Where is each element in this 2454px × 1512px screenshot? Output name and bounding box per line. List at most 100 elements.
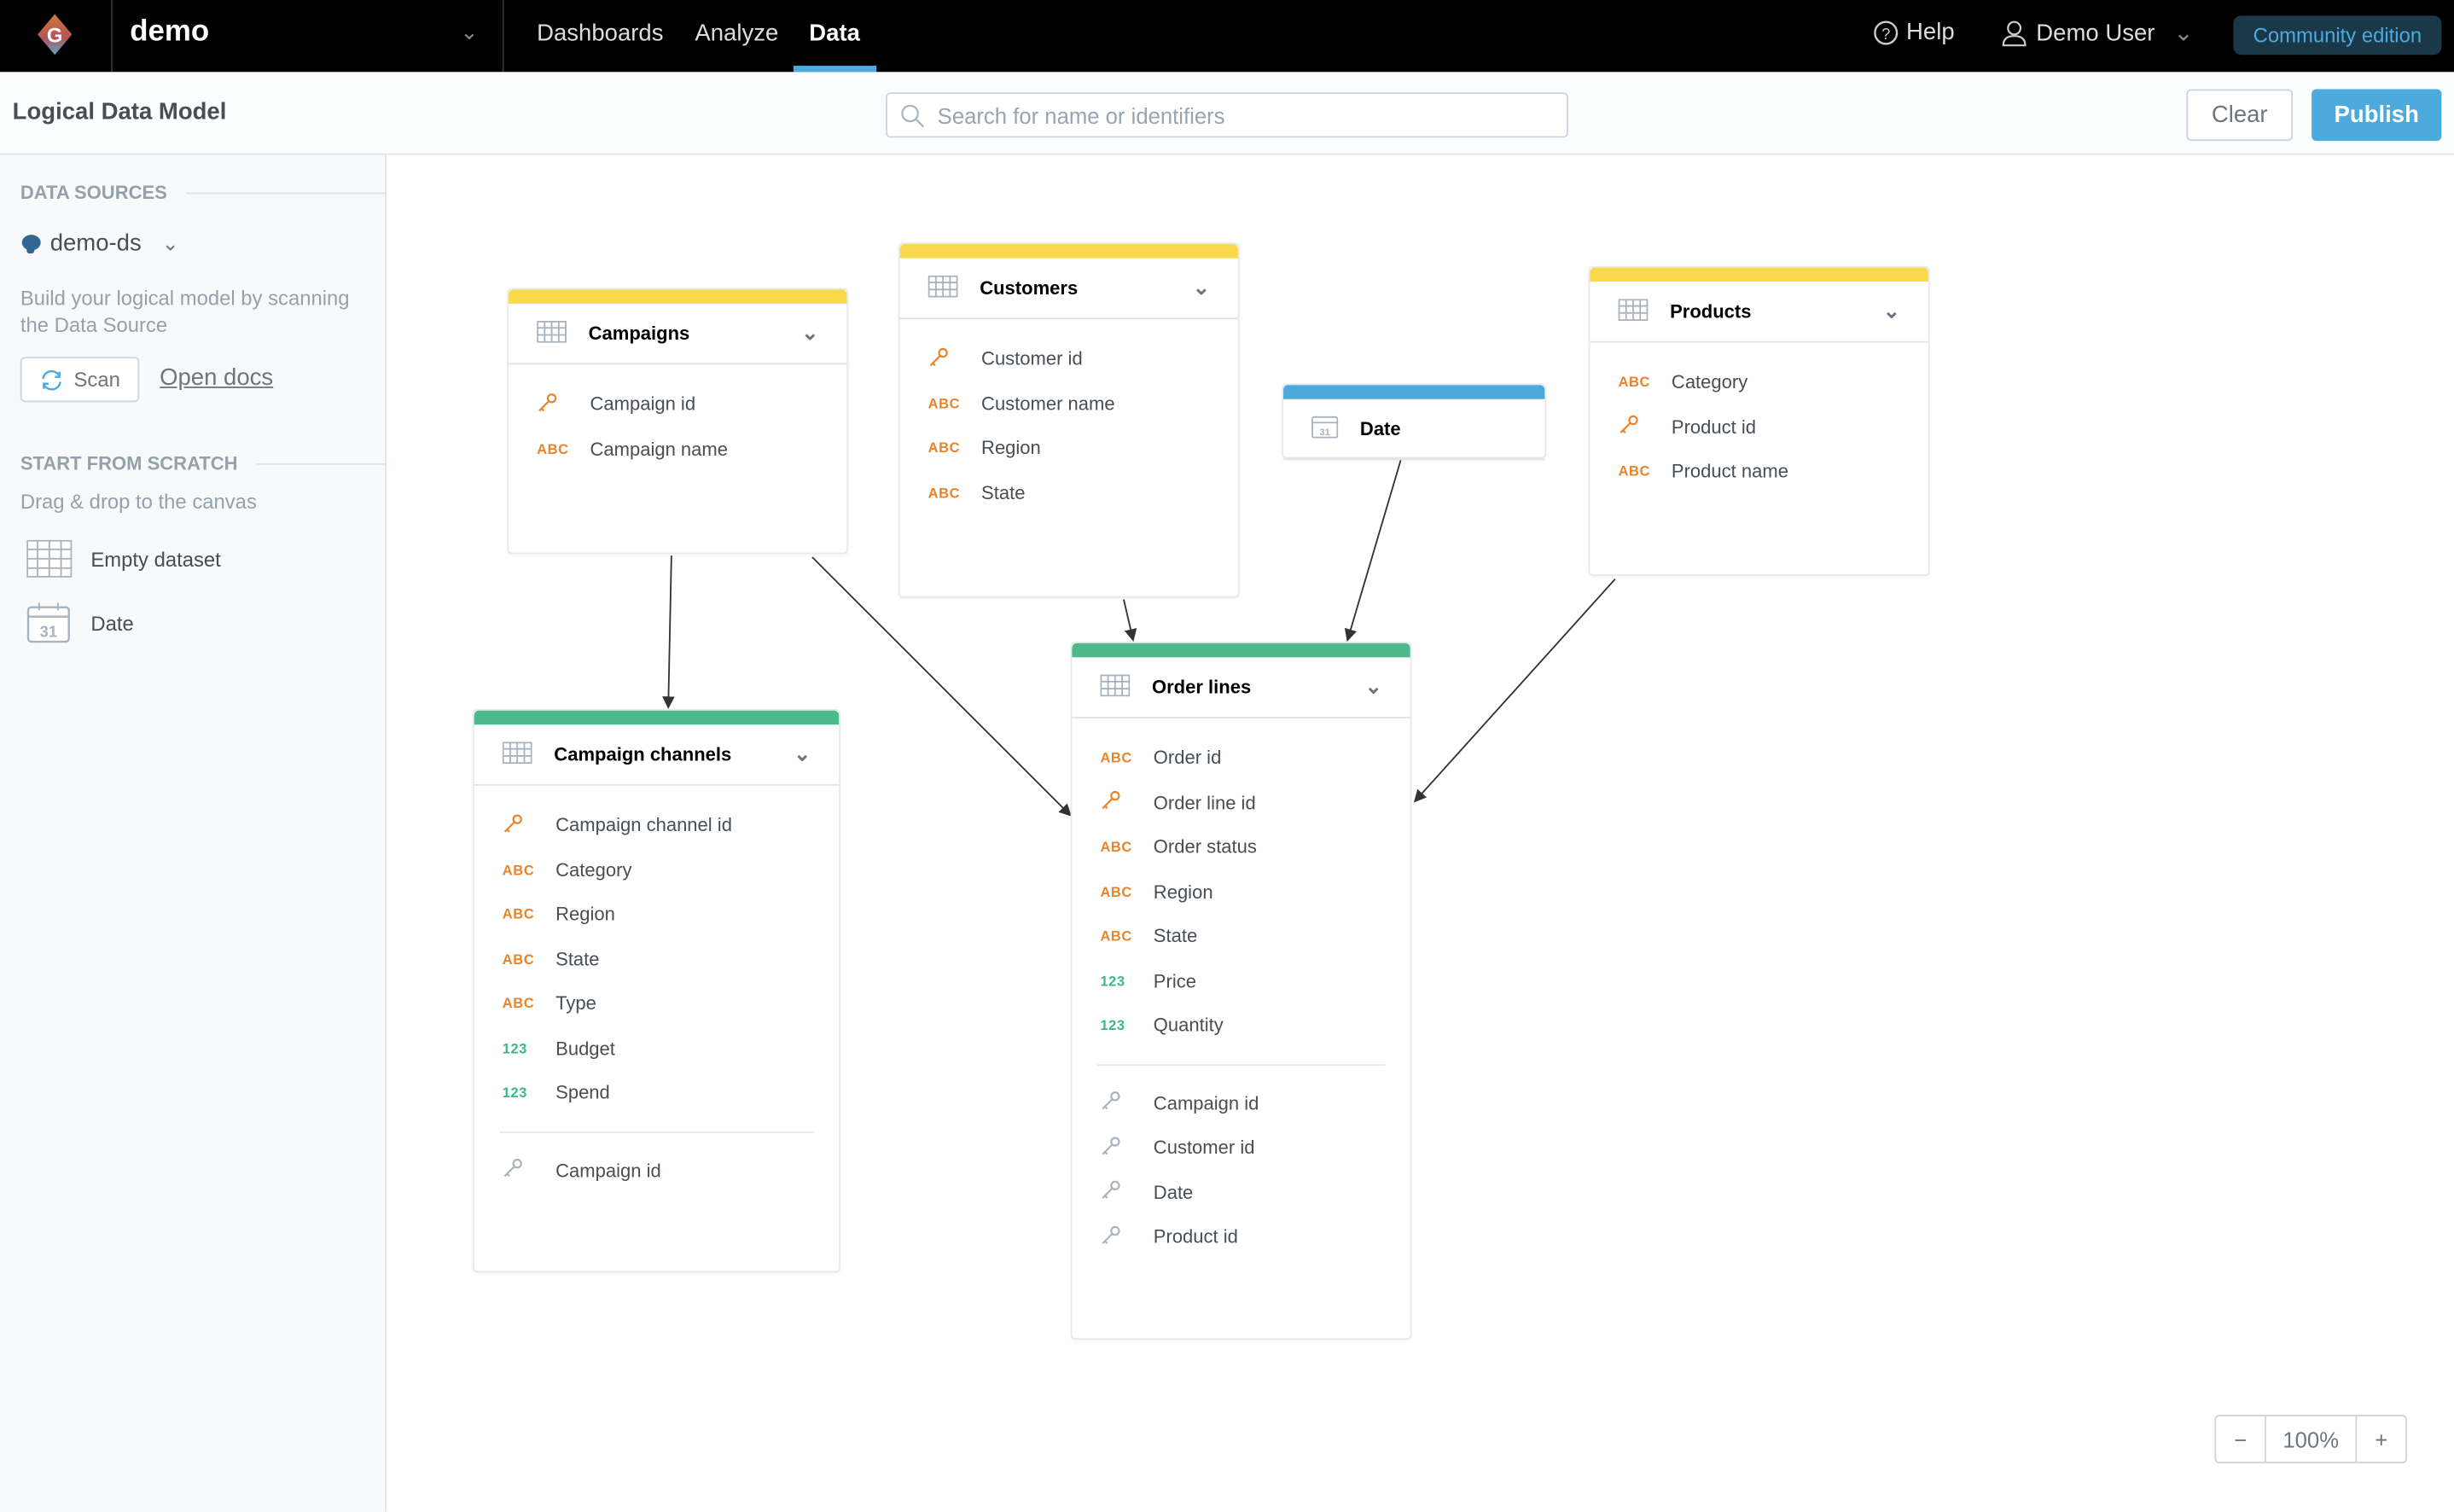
field-row[interactable]: ABC Order id (1072, 736, 1410, 780)
clear-button[interactable]: Clear (2186, 89, 2294, 142)
date-dataset-item[interactable]: 31 Date (26, 602, 134, 643)
reference-row[interactable]: Campaign id (1072, 1081, 1410, 1125)
dataset-header[interactable]: Order lines ⌄ (1072, 657, 1410, 718)
field-row[interactable]: Campaign channel id (474, 803, 839, 847)
nav-dashboards[interactable]: Dashboards (537, 20, 663, 47)
field-row[interactable]: ABC Campaign name (509, 427, 846, 471)
chevron-down-icon[interactable]: ⌄ (1193, 276, 1210, 300)
data-source-selector[interactable]: demo-ds ⌄ (20, 230, 179, 257)
field-list: Campaign id ABC Campaign name (509, 364, 846, 471)
scan-button[interactable]: Scan (20, 357, 140, 403)
field-name: Region (981, 437, 1041, 459)
field-row[interactable]: ABC Type (474, 981, 839, 1026)
open-docs-link[interactable]: Open docs (160, 364, 273, 391)
chevron-down-icon[interactable]: ⌄ (1365, 675, 1382, 700)
fact-icon: 123 (502, 1085, 527, 1101)
field-row[interactable]: 123 Spend (474, 1071, 839, 1115)
dataset-header[interactable]: 31 Date (1283, 399, 1545, 461)
field-row[interactable]: Campaign id (509, 382, 846, 427)
chevron-down-icon[interactable]: ⌄ (801, 321, 818, 346)
field-row[interactable]: Product id (1590, 404, 1928, 449)
dataset-header[interactable]: Products ⌄ (1590, 282, 1928, 343)
dataset-color-bar (899, 244, 1238, 259)
dataset-header[interactable]: Campaigns ⌄ (509, 304, 847, 365)
publish-button[interactable]: Publish (2312, 89, 2442, 142)
user-menu[interactable]: Demo User ⌄ (2002, 19, 2194, 47)
nav-analyze[interactable]: Analyze (695, 20, 778, 47)
field-name: Order id (1153, 747, 1222, 770)
zoom-level[interactable]: 100% (2265, 1416, 2358, 1463)
field-name: Quantity (1153, 1015, 1224, 1037)
reference-row[interactable]: Product id (1072, 1214, 1410, 1259)
field-row[interactable]: ABC State (474, 937, 839, 981)
dataset-card-date[interactable]: 31 Date (1282, 383, 1547, 461)
workspace-name[interactable]: demo (130, 15, 209, 49)
attribute-icon: ABC (1618, 374, 1650, 391)
field-row[interactable]: 123 Price (1072, 958, 1410, 1003)
zoom-in-button[interactable]: + (2357, 1416, 2405, 1462)
table-icon (502, 741, 532, 767)
attribute-icon: ABC (1100, 839, 1132, 855)
field-row[interactable]: ABC Region (1072, 869, 1410, 914)
field-row[interactable]: ABC State (1072, 914, 1410, 958)
dataset-card-campaigns[interactable]: Campaigns ⌄ Campaign id ABC Campaign name (507, 288, 849, 555)
field-row[interactable]: Order line id (1072, 780, 1410, 824)
empty-dataset-item[interactable]: Empty dataset (26, 539, 221, 578)
edition-badge[interactable]: Community edition (2233, 15, 2442, 55)
field-name: State (555, 948, 600, 970)
dataset-title: Order lines (1151, 676, 1252, 699)
reference-row[interactable]: Campaign id (474, 1148, 839, 1192)
foreign-key-icon (1100, 1180, 1153, 1204)
field-row[interactable]: ABC Region (474, 892, 839, 936)
reference-name: Campaign id (1153, 1091, 1259, 1114)
field-row[interactable]: ABC Product name (1590, 449, 1928, 493)
svg-text:G: G (47, 25, 63, 48)
field-name: Order line id (1153, 791, 1256, 814)
field-row[interactable]: 123 Quantity (1072, 1003, 1410, 1048)
dataset-card-order-lines[interactable]: Order lines ⌄ ABC Order id Order line id ABC O… (1070, 642, 1412, 1340)
search-input[interactable] (937, 102, 1567, 128)
zoom-out-button[interactable]: − (2216, 1416, 2265, 1462)
dataset-title: Products (1670, 300, 1752, 323)
field-row[interactable]: ABC Category (1590, 360, 1928, 404)
divider (111, 0, 113, 73)
help-button[interactable]: ? Help (1874, 19, 1955, 45)
field-row[interactable]: 123 Budget (474, 1026, 839, 1070)
dataset-title: Customers (980, 276, 1079, 299)
nav-data[interactable]: Data (809, 20, 860, 47)
search-box[interactable] (886, 92, 1568, 138)
attribute-icon: ABC (928, 485, 961, 501)
field-row[interactable]: ABC Customer name (900, 381, 1238, 426)
empty-dataset-label: Empty dataset (90, 547, 221, 571)
dataset-header[interactable]: Campaign channels ⌄ (474, 724, 840, 786)
reference-row[interactable]: Date (1072, 1170, 1410, 1214)
field-name: Region (1153, 881, 1213, 903)
field-row[interactable]: Customer id (900, 336, 1238, 381)
dataset-card-products[interactable]: Products ⌄ ABC Category Product id ABC Product… (1588, 265, 1930, 576)
field-row[interactable]: ABC Region (900, 426, 1238, 470)
reference-row[interactable]: Customer id (1072, 1125, 1410, 1170)
field-name: Order status (1153, 835, 1257, 858)
foreign-key-icon (503, 1159, 555, 1183)
active-tab-indicator (793, 66, 877, 73)
data-source-name: demo-ds (49, 230, 142, 257)
field-name: Type (555, 992, 596, 1015)
field-row[interactable]: ABC Category (474, 847, 839, 892)
chevron-down-icon[interactable]: ⌄ (1883, 299, 1900, 323)
help-label: Help (1906, 19, 1955, 46)
divider (502, 0, 504, 73)
dataset-card-customers[interactable]: Customers ⌄ Customer id ABC Customer name ABC… (898, 242, 1240, 598)
dataset-title: Campaign channels (554, 743, 732, 765)
app-logo-icon[interactable]: G (33, 13, 77, 56)
field-row[interactable]: ABC Order status (1072, 825, 1410, 869)
foreign-key-icon (1100, 1136, 1153, 1160)
primary-key-icon (537, 393, 590, 416)
chevron-down-icon[interactable]: ⌄ (794, 741, 811, 766)
primary-key-icon (928, 347, 981, 371)
field-name: State (981, 481, 1026, 504)
dataset-card-campaign-channels[interactable]: Campaign channels ⌄ Campaign channel id ABC… (472, 708, 840, 1273)
heading-label: DATA SOURCES (20, 181, 167, 204)
dataset-header[interactable]: Customers ⌄ (899, 259, 1238, 320)
field-row[interactable]: ABC State (900, 470, 1238, 515)
chevron-down-icon[interactable]: ⌄ (460, 19, 479, 45)
